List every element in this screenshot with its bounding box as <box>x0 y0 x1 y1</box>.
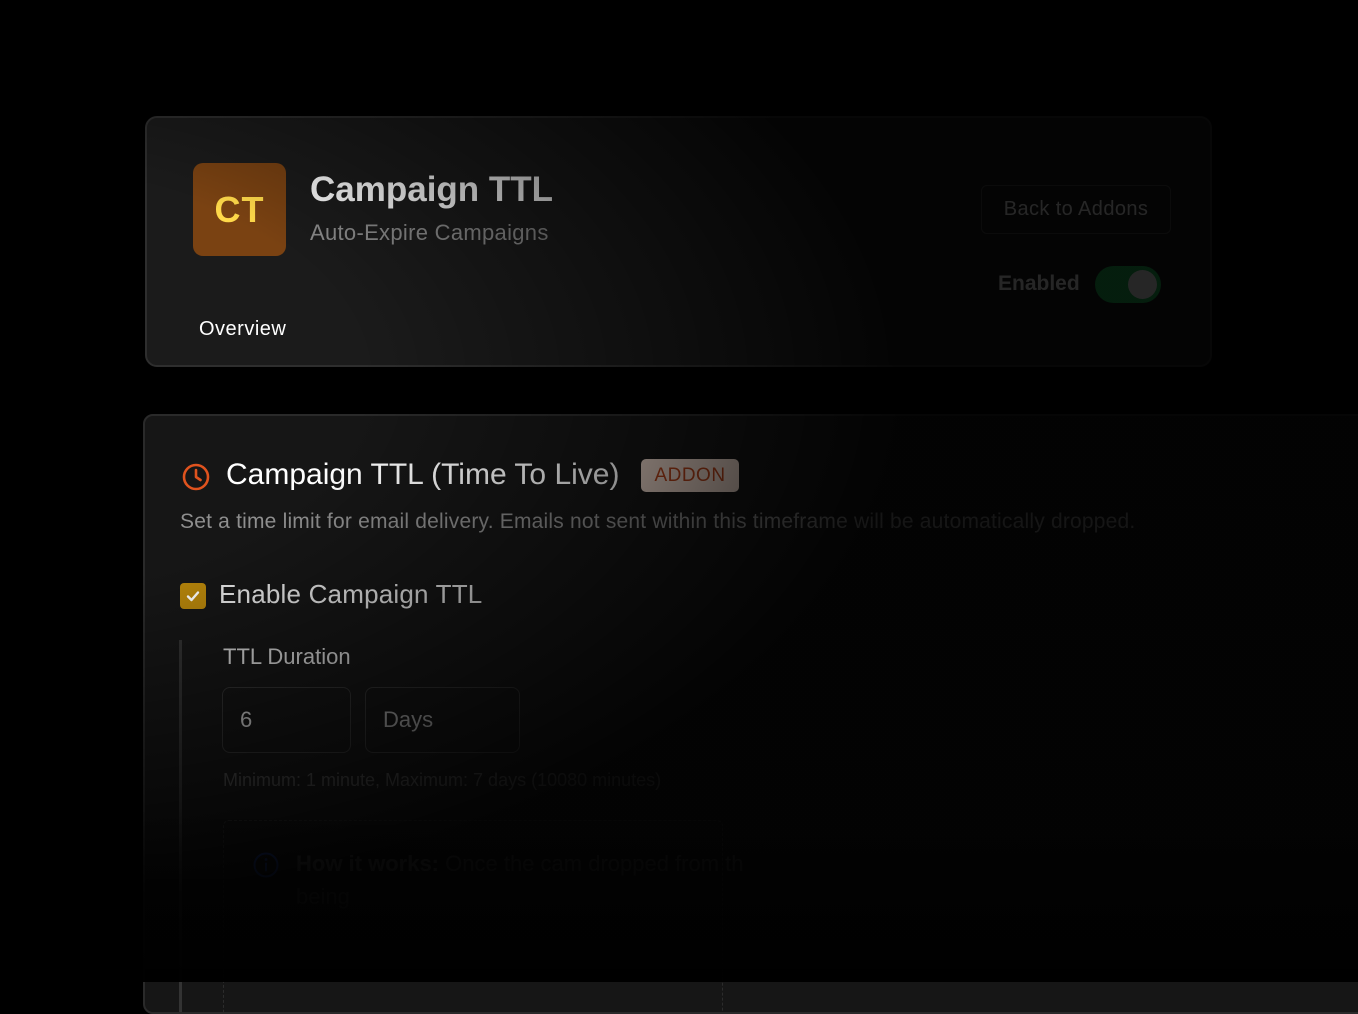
info-text: How it works: Once the cam dropped from … <box>296 847 776 913</box>
enable-ttl-label[interactable]: Enable Campaign TTL <box>219 579 482 610</box>
ttl-settings-card: Campaign TTL (Time To Live) ADDON Set a … <box>143 414 1358 1014</box>
info-icon <box>253 852 279 878</box>
addon-logo: CT <box>193 163 286 256</box>
enabled-label: Enabled <box>998 272 1080 295</box>
ttl-hint: Minimum: 1 minute, Maximum: 7 days (1008… <box>223 770 662 790</box>
toggle-knob <box>1128 270 1157 299</box>
ttl-duration-value: 6 <box>240 707 253 732</box>
check-icon <box>186 591 200 602</box>
back-to-addons-button[interactable]: Back to Addons <box>981 185 1171 234</box>
ttl-unit-select[interactable]: Days <box>365 687 520 753</box>
enabled-toggle[interactable] <box>1095 266 1161 303</box>
logo-initials: CT <box>214 188 265 230</box>
info-heading: How it works: <box>296 851 440 876</box>
enable-ttl-checkbox[interactable] <box>180 583 206 609</box>
indent-divider <box>179 640 182 1012</box>
info-box: How it works: Once the cam dropped from … <box>223 820 744 1012</box>
addon-title: Campaign TTL <box>310 170 554 209</box>
addon-badge: ADDON <box>641 459 739 492</box>
ttl-duration-label: TTL Duration <box>223 644 351 669</box>
ttl-duration-input[interactable]: 6 <box>222 687 351 753</box>
clock-icon <box>182 463 210 491</box>
addon-header-card: CT Campaign TTL Auto-Expire Campaigns Ba… <box>145 116 1212 367</box>
tab-overview[interactable]: Overview <box>199 318 286 341</box>
section-title: Campaign TTL (Time To Live) <box>226 458 620 491</box>
addon-subtitle: Auto-Expire Campaigns <box>310 220 549 245</box>
section-description: Set a time limit for email delivery. Ema… <box>180 510 1136 533</box>
ttl-unit-value: Days <box>383 707 434 732</box>
